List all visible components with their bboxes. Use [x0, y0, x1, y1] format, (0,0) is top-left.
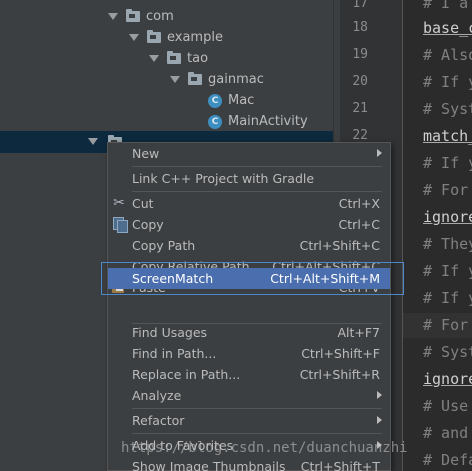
tree-item-label: com — [146, 9, 174, 24]
code-line: # For — [423, 181, 469, 199]
tree-expand-arrow-icon[interactable] — [170, 76, 180, 83]
submenu-arrow-icon — [377, 441, 382, 449]
submenu-arrow-icon — [377, 416, 382, 424]
code-editor[interactable]: # I a base_c # Also # If y # Syst match_… — [402, 0, 472, 471]
tree-expand-arrow-icon[interactable] — [149, 55, 159, 62]
line-number: 17 — [352, 0, 368, 11]
line-number: 18 — [352, 20, 368, 35]
folder-icon — [147, 30, 161, 43]
menu-item-cut[interactable]: ✂ Cut Ctrl+X — [108, 193, 390, 214]
menu-item-find-usages[interactable]: Find Usages Alt+F7 — [108, 322, 390, 343]
tree-item-label: Mac — [228, 93, 255, 108]
menu-item-label: Copy Path — [132, 238, 196, 253]
menu-item-copy-path[interactable]: Copy Path Ctrl+Shift+C — [108, 235, 390, 256]
tree-item-label: tao — [187, 51, 209, 66]
menu-item-label: Link C++ Project with Gradle — [132, 171, 315, 186]
code-line: # If y — [423, 154, 472, 172]
menu-item-copy[interactable]: Copy Ctrl+C — [108, 214, 390, 235]
folder-icon — [167, 51, 181, 64]
selection-outline — [101, 262, 404, 295]
line-number: 19 — [352, 47, 368, 62]
class-icon: C — [208, 114, 222, 129]
menu-item-label: Analyze — [132, 388, 182, 403]
menu-item-refactor[interactable]: Refactor — [108, 410, 390, 431]
tree-item-mainactivity[interactable]: C MainActivity — [208, 111, 308, 132]
scissors-icon: ✂ — [113, 195, 125, 211]
copy-icon — [111, 216, 128, 233]
code-line: # Defa — [423, 451, 472, 469]
menu-item-show-image-thumbnails[interactable]: Show Image Thumbnails Ctrl+Shift+T — [108, 456, 390, 471]
menu-separator — [132, 408, 382, 409]
tree-item-gainmac[interactable]: gainmac — [170, 69, 264, 90]
menu-item-replace-in-path[interactable]: Replace in Path... Ctrl+Shift+R — [108, 364, 390, 385]
code-line: # Also — [423, 46, 472, 64]
menu-separator — [132, 191, 382, 192]
menu-separator — [132, 166, 382, 167]
submenu-arrow-icon — [377, 391, 382, 399]
code-line: # Syst — [423, 343, 472, 361]
code-line: # and — [423, 424, 469, 442]
menu-item-shortcut: Ctrl+Shift+T — [300, 459, 380, 471]
tree-item-com[interactable]: com — [108, 6, 174, 27]
line-number: 20 — [352, 74, 368, 89]
menu-item-analyze[interactable]: Analyze — [108, 385, 390, 406]
code-line: # If y — [423, 289, 472, 307]
menu-separator — [132, 433, 382, 434]
line-number: 21 — [352, 101, 368, 116]
menu-item-new[interactable]: New — [108, 143, 390, 164]
code-line: # For — [423, 316, 469, 334]
menu-item-shortcut: Alt+F7 — [337, 325, 380, 340]
code-line: ignore — [423, 370, 472, 388]
menu-item-label: New — [132, 146, 160, 161]
context-menu: New Link C++ Project with Gradle ✂ Cut C… — [107, 142, 391, 471]
tree-item-label: MainActivity — [228, 114, 308, 129]
line-number: 22 — [352, 128, 368, 143]
menu-item-label: Find Usages — [132, 325, 208, 340]
tree-item-label: example — [167, 30, 223, 45]
code-line: # Use — [423, 397, 469, 415]
menu-item-label: Refactor — [132, 413, 185, 428]
folder-icon — [126, 9, 140, 22]
tree-item-tao[interactable]: tao — [149, 48, 208, 69]
menu-item-shortcut: Ctrl+X — [338, 196, 380, 211]
menu-item-label: Show Image Thumbnails — [132, 459, 286, 471]
tree-item-label: gainmac — [208, 72, 264, 87]
code-line: base_c — [423, 19, 472, 37]
menu-item-shortcut: Ctrl+Shift+F — [301, 346, 380, 361]
code-line: # If y — [423, 262, 472, 280]
class-icon: C — [208, 93, 222, 108]
tree-item-example[interactable]: example — [129, 27, 223, 48]
menu-item-label: Cut — [132, 196, 154, 211]
folder-icon — [188, 72, 202, 85]
code-line: match_ — [423, 127, 472, 145]
code-line: # They — [423, 235, 472, 253]
code-line: ignore — [423, 208, 472, 226]
menu-item-label: Copy — [132, 217, 164, 232]
tree-expand-arrow-icon[interactable] — [108, 13, 118, 20]
menu-item-link-cpp-project[interactable]: Link C++ Project with Gradle — [108, 168, 390, 189]
code-line: # I a — [423, 0, 469, 12]
menu-item-shortcut: Ctrl+Shift+C — [299, 238, 380, 253]
tree-expand-arrow-icon[interactable] — [88, 138, 98, 145]
code-line: # If y — [423, 73, 472, 91]
menu-item-add-to-favorites[interactable]: Add to Favorites — [108, 435, 390, 456]
menu-item-find-in-path[interactable]: Find in Path... Ctrl+Shift+F — [108, 343, 390, 364]
menu-item-label: Find in Path... — [132, 346, 217, 361]
menu-item-label: Add to Favorites — [132, 438, 234, 453]
menu-item-label: Replace in Path... — [132, 367, 241, 382]
submenu-arrow-icon — [377, 149, 382, 157]
tree-expand-arrow-icon[interactable] — [129, 34, 139, 41]
menu-item-shortcut: Ctrl+Shift+R — [299, 367, 380, 382]
code-line: # Syst — [423, 100, 472, 118]
menu-item-shortcut: Ctrl+C — [338, 217, 380, 232]
tree-item-mac[interactable]: C Mac — [208, 90, 254, 111]
